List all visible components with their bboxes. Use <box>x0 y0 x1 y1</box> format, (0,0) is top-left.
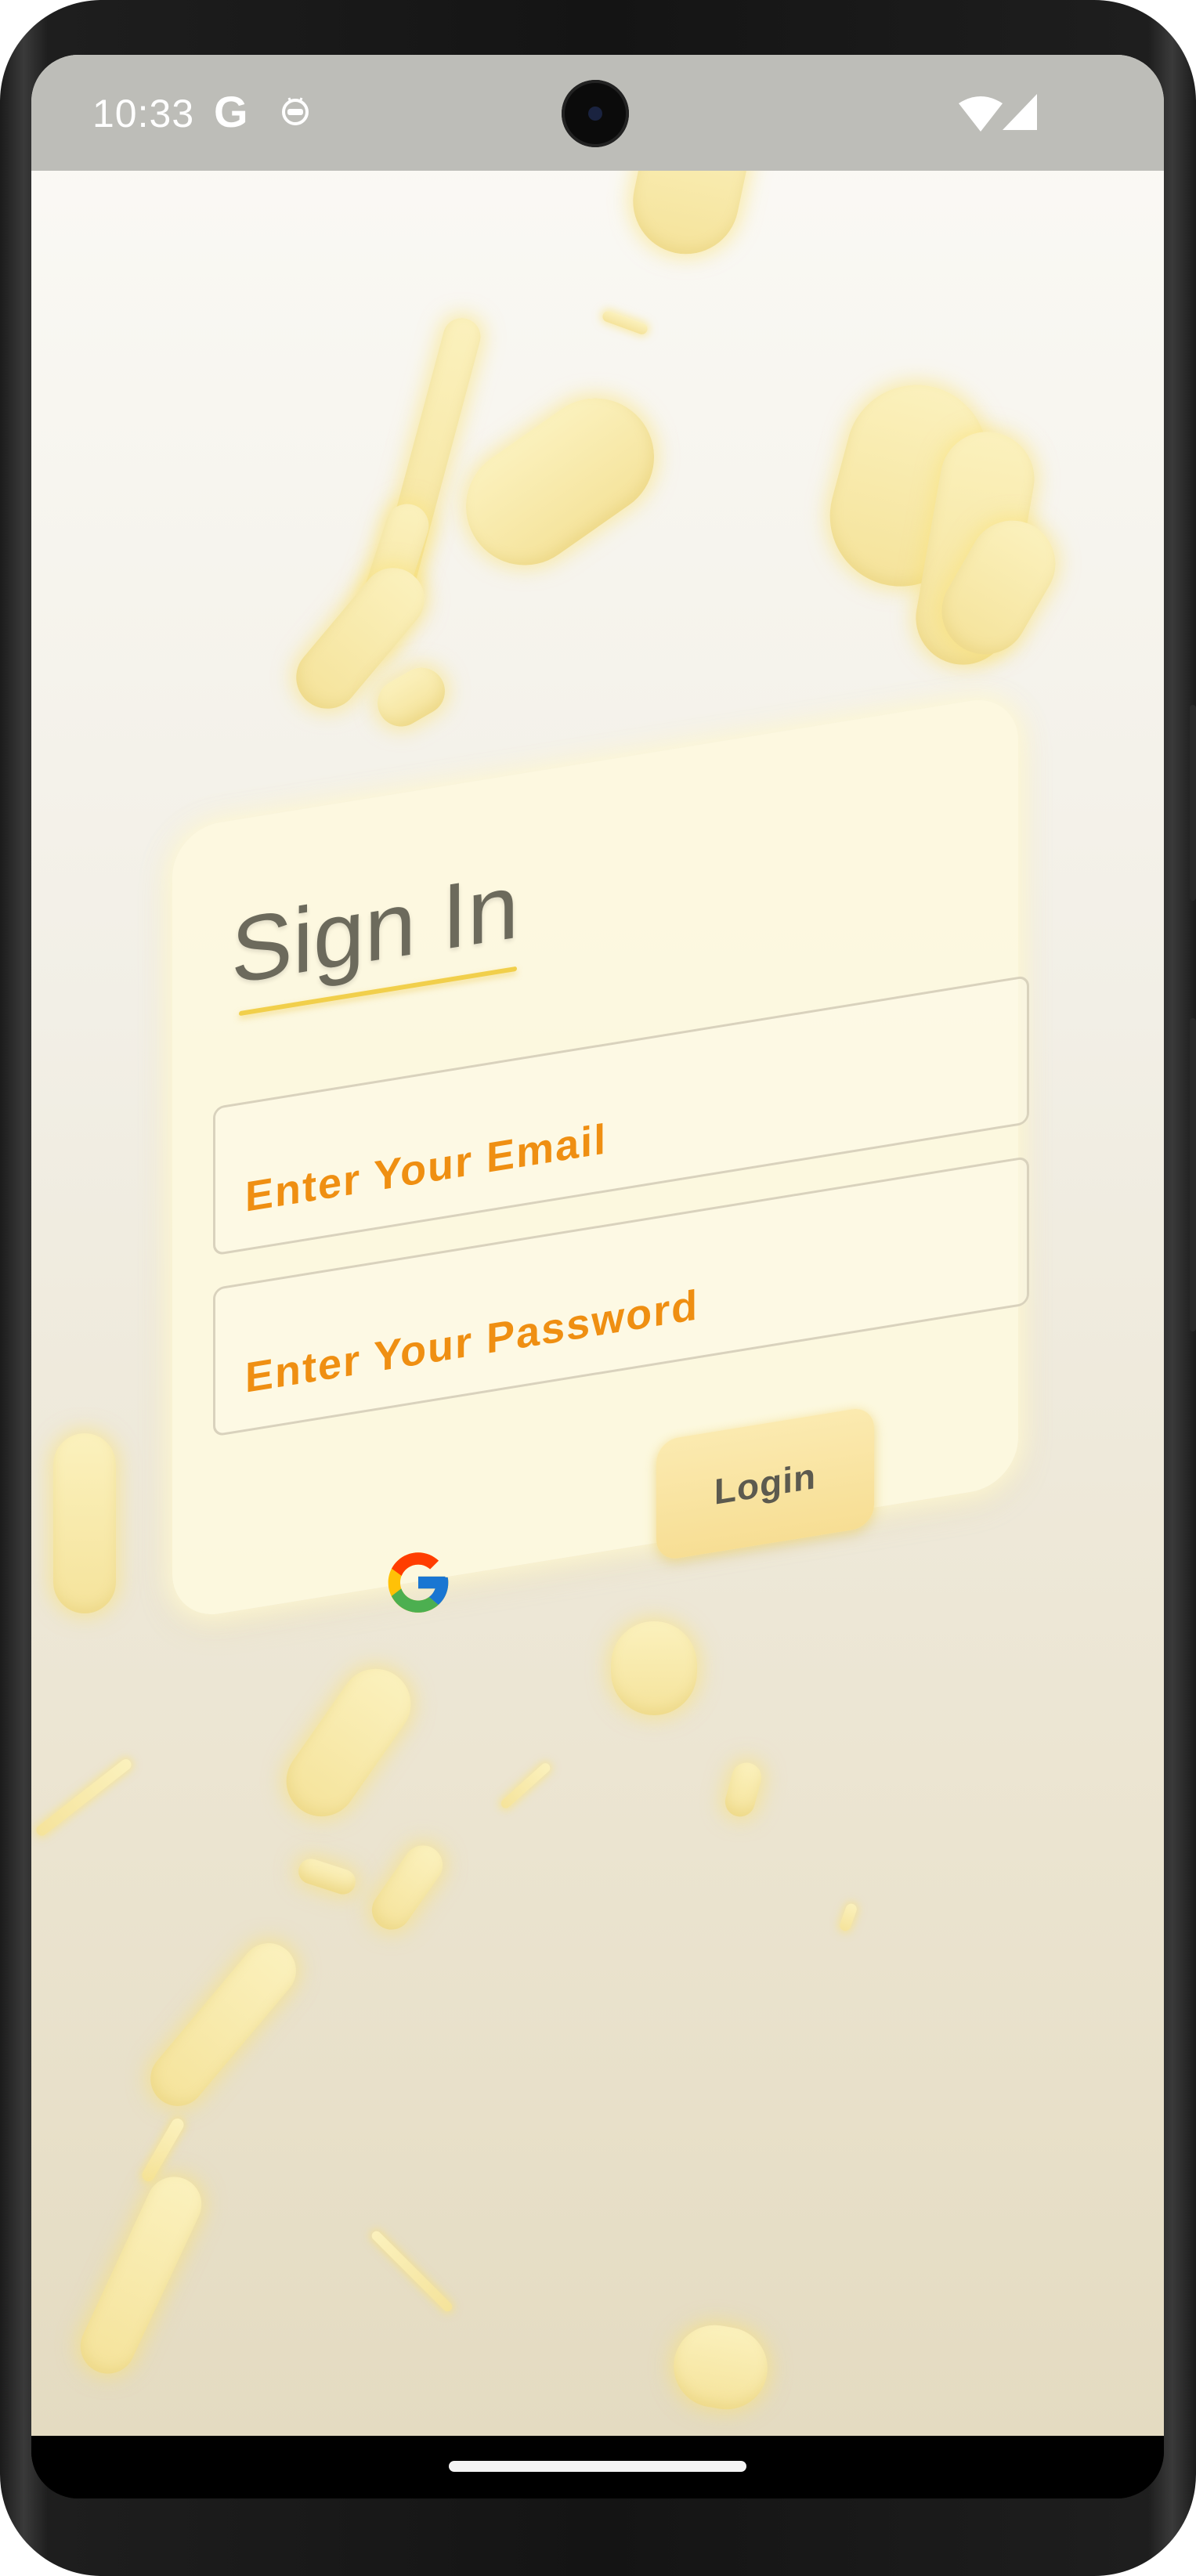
phone-frame: 10:33 G Sign In Enter Your Email Enter Y… <box>0 0 1196 2576</box>
decor-pill <box>294 1855 360 1898</box>
decor-pill <box>139 1931 308 2118</box>
status-bar: 10:33 G <box>31 55 1164 171</box>
power-button <box>1190 1018 1196 1331</box>
decor-pill <box>611 1621 697 1715</box>
home-indicator[interactable] <box>449 2461 746 2472</box>
decor-pill <box>139 2116 186 2184</box>
decor-pill <box>601 309 649 336</box>
status-time: 10:33 <box>92 92 195 135</box>
login-button-label: Login <box>714 1454 817 1512</box>
camera-icon <box>562 80 629 147</box>
page-title: Sign In <box>231 854 519 1004</box>
login-card: Sign In Enter Your Email Enter Your Pass… <box>172 693 1029 1622</box>
decor-pill <box>443 374 677 589</box>
login-button[interactable]: Login <box>656 1405 874 1562</box>
google-notification-icon: G <box>214 87 248 136</box>
volume-button <box>1190 705 1196 901</box>
decor-pill <box>53 1433 116 1613</box>
password-placeholder: Enter Your Password <box>245 1281 699 1402</box>
decor-pill <box>364 1837 450 1938</box>
signal-icon <box>1003 94 1037 130</box>
decor-pill <box>721 1759 765 1820</box>
login-screen: 10:33 G Sign In Enter Your Email Enter Y… <box>31 55 1164 2436</box>
wifi-icon <box>959 96 1003 132</box>
email-placeholder: Enter Your Email <box>245 1115 608 1221</box>
decor-pill <box>71 2167 211 2383</box>
decor-pill <box>499 1761 552 1811</box>
decor-pill <box>272 1655 425 1830</box>
decor-pill <box>370 2229 454 2314</box>
bot-icon <box>282 97 309 125</box>
decor-pill <box>34 1757 134 1838</box>
google-sign-in-icon[interactable] <box>382 1547 454 1619</box>
decor-pill <box>667 2318 775 2416</box>
phone-screen: 10:33 G Sign In Enter Your Email Enter Y… <box>31 55 1164 2498</box>
decor-pill <box>369 659 453 735</box>
decor-pill <box>838 1902 858 1933</box>
navigation-bar <box>31 2436 1164 2498</box>
